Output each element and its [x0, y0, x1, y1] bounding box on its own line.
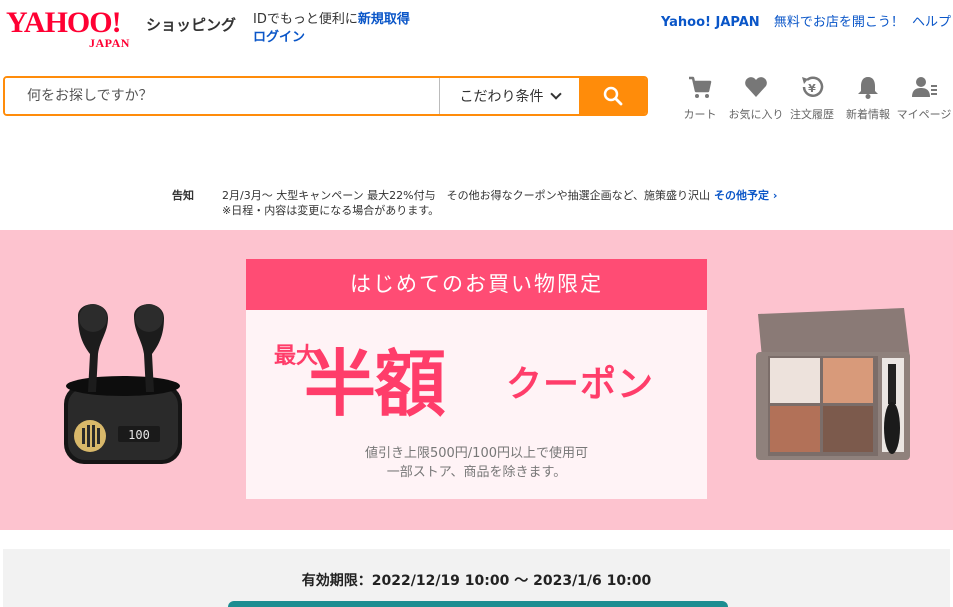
nav-mypage[interactable]: マイページ — [896, 74, 952, 122]
nav-history-label: 注文履歴 — [790, 108, 834, 121]
coupon-label: クーポン — [506, 364, 655, 405]
top-right-links: Yahoo! JAPAN 無料でお店を開こう！ ヘルプ — [657, 11, 951, 30]
coupon-note-line2: 一部ストア、商品を除きます。 — [386, 465, 567, 480]
max-label: 最大 — [274, 344, 319, 369]
help-link[interactable]: ヘルプ — [912, 15, 951, 30]
search-icon — [603, 86, 622, 106]
first-purchase-banner[interactable]: 100 はじめてのお買い物限定 最大 半額 クーポン 値引き上限500円/100… — [0, 230, 953, 530]
banner-headline: はじめてのお買い物限定 — [246, 259, 707, 310]
login-link[interactable]: ログイン — [253, 30, 305, 45]
signup-link[interactable]: 新規取得 — [358, 12, 410, 27]
nav-cart[interactable]: カート — [672, 74, 728, 122]
yahoo-logo[interactable]: YAHOO! JAPAN — [6, 6, 142, 51]
notice-more-label: その他予定 — [714, 189, 770, 202]
condition-dropdown[interactable]: こだわり条件 — [439, 78, 579, 114]
chevron-down-icon — [549, 88, 562, 100]
validity-text: 有効期限：2022/12/19 10:00 ～ 2023/1/6 10:00 — [301, 573, 652, 589]
coupon-note: 値引き上限500円/100円以上で使用可 一部ストア、商品を除きます。 — [246, 444, 707, 482]
nav-mypage-label: マイページ — [896, 108, 952, 121]
get-coupon-button[interactable] — [228, 601, 728, 607]
bell-icon — [858, 77, 878, 99]
user-icon — [912, 77, 937, 97]
logo-main-text: YAHOO! — [6, 6, 122, 39]
notice-line2: ※日程・内容は変更になる場合があります。 — [222, 204, 440, 217]
cart-icon — [689, 76, 712, 98]
notice-more-link[interactable]: その他予定 › — [714, 189, 777, 202]
search-bar: こだわり条件 — [3, 76, 648, 116]
search-button[interactable] — [579, 78, 646, 114]
open-store-link[interactable]: 無料でお店を開こう！ — [774, 15, 904, 30]
svg-text:100: 100 — [128, 428, 150, 442]
svg-text:¥: ¥ — [808, 82, 816, 95]
nav-favorites-label: お気に入り — [728, 108, 784, 121]
id-promo: IDでもっと便利に新規取得 ログイン — [253, 11, 410, 47]
notice-label: 告知 — [172, 189, 194, 202]
nav-notifications-label: 新着情報 — [846, 108, 890, 121]
coupon-note-line1: 値引き上限500円/100円以上で使用可 — [364, 446, 588, 461]
nav-cart-label: カート — [683, 108, 717, 121]
header-nav: カート お気に入り ¥ 注文履歴 新着情報 マイページ — [672, 74, 952, 122]
search-input[interactable] — [5, 78, 439, 114]
condition-label: こだわり条件 — [459, 89, 544, 105]
nav-history[interactable]: ¥ 注文履歴 — [784, 74, 840, 122]
eyeshadow-image — [756, 308, 910, 460]
shopping-title[interactable]: ショッピング — [146, 14, 236, 35]
heart-icon — [745, 77, 767, 97]
id-promo-text: IDでもっと便利に — [253, 12, 358, 27]
validity-section: 有効期限：2022/12/19 10:00 ～ 2023/1/6 10:00 — [3, 549, 950, 607]
logo-sub-text: JAPAN — [89, 36, 130, 50]
nav-notifications[interactable]: 新着情報 — [840, 74, 896, 122]
notice-line1: 2月/3月～ 大型キャンペーン 最大22%付与 その他お得なクーポンや抽選企画な… — [222, 189, 711, 202]
earbuds-image: 100 — [64, 304, 182, 464]
yahoo-japan-link[interactable]: Yahoo! JAPAN — [661, 15, 760, 30]
notice-body: 2月/3月～ 大型キャンペーン 最大22%付与 その他お得なクーポンや抽選企画な… — [222, 188, 777, 218]
history-icon: ¥ — [802, 76, 824, 97]
coupon-card: はじめてのお買い物限定 最大 半額 クーポン 値引き上限500円/100円以上で… — [246, 259, 707, 499]
half-price-label: 半額 — [304, 342, 446, 426]
nav-favorites[interactable]: お気に入り — [728, 74, 784, 122]
